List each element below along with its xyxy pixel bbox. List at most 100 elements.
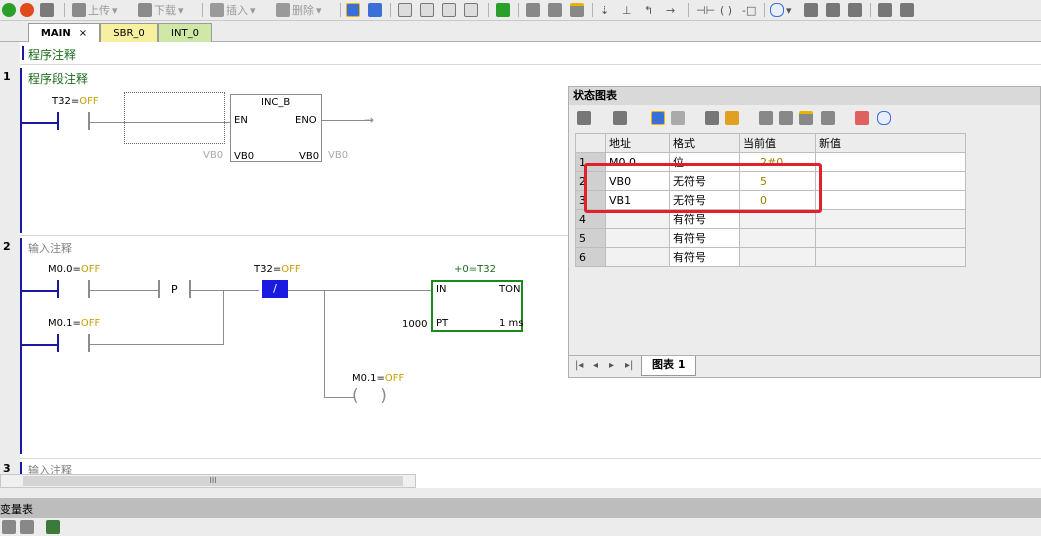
print-button[interactable]: [878, 2, 892, 18]
compile-button[interactable]: [40, 2, 54, 18]
pt-value[interactable]: 1000: [402, 319, 427, 330]
run-button[interactable]: [2, 2, 16, 18]
line-left-button[interactable]: ↰: [644, 2, 653, 18]
column-header[interactable]: 当前值: [739, 133, 816, 153]
line-right-button[interactable]: →: [666, 2, 675, 18]
chevron-down-icon: ▾: [250, 3, 256, 17]
chart-status-icon[interactable]: [651, 111, 665, 125]
symbol-table-button[interactable]: [826, 2, 840, 18]
contact-button[interactable]: ⊣⊢: [696, 2, 715, 18]
symbol-button[interactable]: [804, 2, 818, 18]
contact-m00-label[interactable]: M0.0=OFF: [48, 264, 100, 275]
column-header[interactable]: 新值: [815, 133, 966, 153]
force-button[interactable]: [570, 2, 584, 18]
out-operand[interactable]: VB0: [328, 150, 348, 161]
table-row[interactable]: 6 有符号: [575, 247, 966, 267]
line-up-button[interactable]: ⊥: [622, 2, 632, 18]
format-cell[interactable]: 有符号: [669, 247, 740, 267]
force-icon[interactable]: [799, 111, 813, 125]
table-row[interactable]: 5 有符号: [575, 228, 966, 248]
scroll-thumb[interactable]: III: [23, 476, 403, 486]
upload-button[interactable]: 上传 ▾: [72, 2, 118, 18]
not-contact[interactable]: /: [262, 280, 288, 298]
pause-icon[interactable]: [671, 111, 685, 125]
save-button[interactable]: [900, 2, 914, 18]
delete-row-icon[interactable]: [20, 520, 34, 534]
new-value-cell[interactable]: [815, 190, 966, 210]
insert-row-icon[interactable]: [2, 520, 16, 534]
chart-status-button[interactable]: [368, 2, 382, 18]
unlock-button[interactable]: [548, 2, 562, 18]
prev-sheet-icon[interactable]: ◂: [593, 360, 598, 371]
variable-table-title[interactable]: 变量表: [0, 501, 33, 517]
box-button[interactable]: -□: [742, 2, 756, 18]
coil-symbol[interactable]: ( ): [352, 386, 387, 406]
program-comment[interactable]: 程序注释: [28, 46, 76, 63]
wire: [90, 290, 158, 291]
new-value-cell[interactable]: [815, 209, 966, 229]
first-sheet-icon[interactable]: |◂: [575, 360, 583, 371]
next-sheet-icon[interactable]: ▸: [609, 360, 614, 371]
pt-pin: PT: [436, 318, 449, 329]
tab-sbr0-label: SBR_0: [113, 27, 145, 39]
add-chart-icon[interactable]: [577, 111, 591, 125]
last-sheet-icon[interactable]: ▸|: [625, 360, 633, 371]
download-button[interactable]: 下载 ▾: [138, 2, 184, 18]
network-comment[interactable]: 输入注释: [28, 240, 72, 256]
tab-main[interactable]: MAIN ×: [28, 23, 100, 42]
address-cell[interactable]: [605, 247, 670, 267]
tab-int0[interactable]: INT_0: [158, 23, 212, 42]
comment-button[interactable]: ▾: [770, 2, 792, 18]
add-row-icon[interactable]: [613, 111, 627, 125]
pencil-icon[interactable]: [725, 111, 739, 125]
unlock-icon[interactable]: [779, 111, 793, 125]
wire: [324, 397, 354, 398]
tab-sbr0[interactable]: SBR_0: [100, 23, 158, 42]
new-value-cell[interactable]: [815, 171, 966, 191]
prev-bookmark-button[interactable]: [420, 2, 434, 18]
timer-operand[interactable]: +0=T32: [454, 264, 496, 275]
close-icon[interactable]: ×: [79, 28, 87, 39]
column-header[interactable]: 格式: [669, 133, 740, 153]
empty-cell[interactable]: [124, 92, 225, 144]
address-cell[interactable]: [605, 228, 670, 248]
delete-button[interactable]: 删除 ▾: [276, 2, 322, 18]
read-force-icon[interactable]: [821, 111, 835, 125]
program-status-button[interactable]: [346, 2, 360, 18]
current-value-cell: [739, 247, 816, 267]
next-bookmark-button[interactable]: [442, 2, 456, 18]
contact-t32-label[interactable]: T32=OFF: [254, 264, 301, 275]
new-value-cell[interactable]: [815, 247, 966, 267]
coil-m01-label[interactable]: M0.1=OFF: [352, 373, 404, 384]
glasses-icon[interactable]: [705, 111, 719, 125]
positive-edge[interactable]: P: [171, 283, 178, 296]
column-header[interactable]: 地址: [605, 133, 670, 153]
new-value-cell[interactable]: [815, 152, 966, 172]
format-cell[interactable]: 有符号: [669, 228, 740, 248]
user-icon[interactable]: [46, 520, 60, 534]
wire: [90, 344, 224, 345]
trend-icon[interactable]: [855, 111, 869, 125]
in-operand[interactable]: VB0: [203, 150, 223, 161]
line-down-button[interactable]: ⇣: [600, 2, 609, 18]
contact-m01-label[interactable]: M0.1=OFF: [48, 318, 100, 329]
insert-button[interactable]: 插入 ▾: [210, 2, 256, 18]
timer-resolution: 1 ms: [499, 318, 524, 329]
contact-t32-label[interactable]: T32=OFF: [52, 96, 99, 107]
edit-symbol-button[interactable]: [848, 2, 862, 18]
bookmark-button[interactable]: [398, 2, 412, 18]
ton-timer-box[interactable]: IN TON PT 1 ms: [431, 280, 524, 332]
lock-icon[interactable]: [759, 111, 773, 125]
lock-button[interactable]: [526, 2, 540, 18]
goto-button[interactable]: [496, 2, 510, 18]
inc-b-box[interactable]: INC_B EN ENO VB0 VB0: [230, 94, 322, 162]
coil-button[interactable]: ( ): [720, 2, 732, 18]
splitter[interactable]: [0, 488, 1041, 498]
comment-icon[interactable]: [877, 111, 891, 125]
stop-button[interactable]: [20, 2, 34, 18]
tab-chart-1[interactable]: 图表 1: [641, 356, 697, 376]
clear-bookmark-button[interactable]: [464, 2, 478, 18]
new-value-cell[interactable]: [815, 228, 966, 248]
horizontal-scrollbar[interactable]: III: [0, 474, 416, 488]
network-comment[interactable]: 程序段注释: [28, 70, 88, 87]
